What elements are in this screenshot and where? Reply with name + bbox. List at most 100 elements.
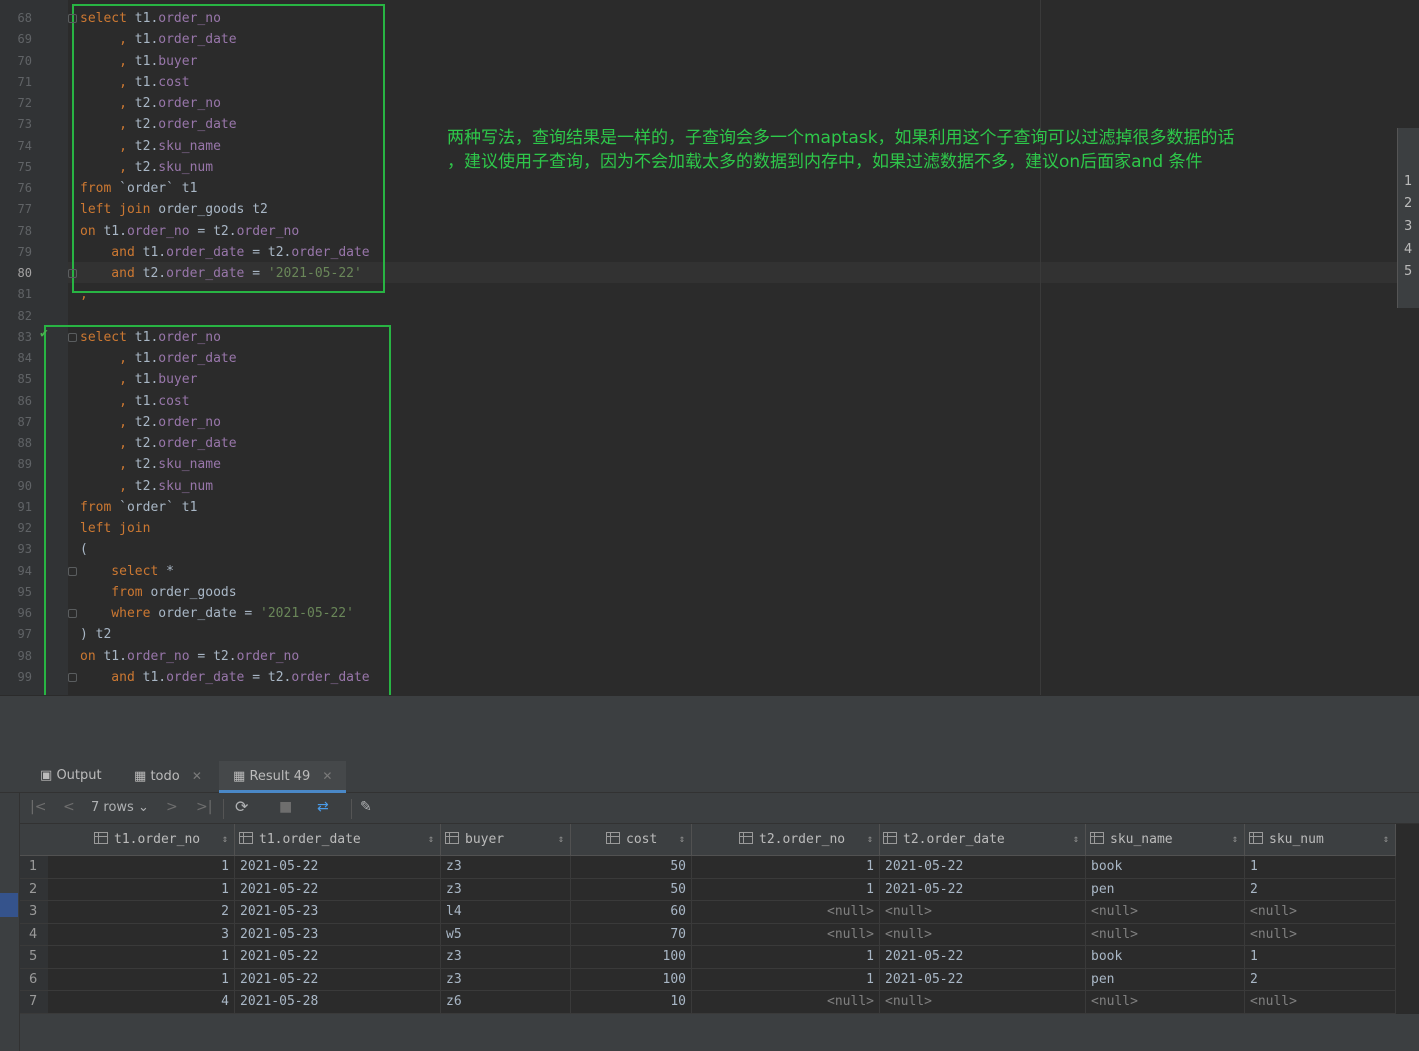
table-cell[interactable]: 2021-05-22 bbox=[235, 946, 441, 968]
table-cell[interactable]: z3 bbox=[441, 878, 571, 900]
sort-icon[interactable]: ⇕ bbox=[428, 824, 434, 856]
table-row[interactable]: 3 2 2021-05-23 l4 60 <null> <null> <null> <null> bbox=[20, 901, 1396, 924]
sort-icon[interactable]: ⇕ bbox=[1383, 824, 1389, 856]
tab-result-49[interactable]: ▦ Result 49 ✕ bbox=[219, 761, 347, 793]
next-page-icon[interactable]: > bbox=[166, 799, 178, 815]
first-page-icon[interactable]: |< bbox=[30, 799, 46, 815]
sort-icon[interactable]: ⇕ bbox=[1232, 824, 1238, 856]
table-cell[interactable]: 2021-05-22 bbox=[880, 878, 1086, 900]
column-header[interactable]: sku_name ⇕ bbox=[1086, 824, 1245, 856]
table-cell[interactable]: 1 bbox=[48, 946, 235, 968]
table-cell[interactable]: 60 bbox=[571, 901, 692, 923]
table-cell[interactable]: z3 bbox=[441, 946, 571, 968]
table-cell[interactable]: 1 bbox=[48, 856, 235, 878]
row-number[interactable]: 6 bbox=[20, 968, 48, 990]
table-cell[interactable]: <null> bbox=[1086, 991, 1245, 1013]
table-cell[interactable]: l4 bbox=[441, 901, 571, 923]
panel-splitter[interactable] bbox=[0, 695, 1419, 761]
table-row[interactable]: 7 4 2021-05-28 z6 10 <null> <null> <null> <null> bbox=[20, 991, 1396, 1014]
table-cell[interactable]: 100 bbox=[571, 968, 692, 990]
table-cell[interactable]: <null> bbox=[880, 991, 1086, 1013]
table-row[interactable]: 5 1 2021-05-22 z3 100 1 2021-05-22 book 1 bbox=[20, 946, 1396, 969]
table-cell[interactable]: <null> bbox=[1245, 991, 1396, 1013]
table-cell[interactable]: 50 bbox=[571, 856, 692, 878]
table-cell[interactable]: <null> bbox=[1245, 923, 1396, 945]
close-icon[interactable]: ✕ bbox=[322, 769, 332, 783]
table-cell[interactable]: <null> bbox=[1086, 901, 1245, 923]
row-number[interactable]: 7 bbox=[20, 991, 48, 1013]
close-icon[interactable]: ✕ bbox=[192, 769, 202, 783]
result-grid[interactable]: t1.order_no ⇕ t1.order_date ⇕ buyer ⇕ cost ⇕ t2.… bbox=[20, 824, 1396, 1014]
table-cell[interactable]: 10 bbox=[571, 991, 692, 1013]
column-header[interactable]: t1.order_no ⇕ bbox=[48, 824, 235, 856]
table-cell[interactable]: 2 bbox=[48, 901, 235, 923]
column-header[interactable]: t2.order_date ⇕ bbox=[880, 824, 1086, 856]
stop-icon[interactable]: ■ bbox=[279, 799, 292, 815]
table-cell[interactable]: 70 bbox=[571, 923, 692, 945]
table-cell[interactable]: <null> bbox=[692, 923, 880, 945]
row-number[interactable]: 5 bbox=[20, 946, 48, 968]
table-cell[interactable]: 1 bbox=[48, 878, 235, 900]
table-cell[interactable]: pen bbox=[1086, 968, 1245, 990]
refresh-icon[interactable]: ⟳ bbox=[235, 797, 248, 816]
table-cell[interactable]: 50 bbox=[571, 878, 692, 900]
prev-page-icon[interactable]: < bbox=[63, 799, 75, 815]
table-cell[interactable]: <null> bbox=[692, 991, 880, 1013]
table-cell[interactable]: z3 bbox=[441, 968, 571, 990]
table-cell[interactable]: 1 bbox=[1245, 856, 1396, 878]
table-cell[interactable]: 1 bbox=[692, 968, 880, 990]
fold-toggle-icon[interactable] bbox=[68, 269, 77, 278]
table-cell[interactable]: z6 bbox=[441, 991, 571, 1013]
column-header[interactable]: buyer ⇕ bbox=[441, 824, 571, 856]
table-cell[interactable]: 2021-05-23 bbox=[235, 901, 441, 923]
table-cell[interactable]: book bbox=[1086, 856, 1245, 878]
last-page-icon[interactable]: >| bbox=[196, 799, 212, 815]
fold-toggle-icon[interactable] bbox=[68, 609, 77, 618]
table-row[interactable]: 4 3 2021-05-23 w5 70 <null> <null> <null> <null> bbox=[20, 923, 1396, 946]
table-cell[interactable]: <null> bbox=[880, 923, 1086, 945]
rows-selector[interactable]: 7 rows ⌄ bbox=[91, 800, 149, 815]
table-row[interactable]: 1 1 2021-05-22 z3 50 1 2021-05-22 book 1 bbox=[20, 856, 1396, 879]
table-row[interactable]: 2 1 2021-05-22 z3 50 1 2021-05-22 pen 2 bbox=[20, 878, 1396, 901]
fold-toggle-icon[interactable] bbox=[68, 566, 77, 576]
floating-number-panel[interactable]: 1 2 3 4 5 bbox=[1397, 128, 1419, 308]
table-cell[interactable]: 1 bbox=[692, 856, 880, 878]
table-cell[interactable]: 100 bbox=[571, 946, 692, 968]
table-cell[interactable]: pen bbox=[1086, 878, 1245, 900]
table-cell[interactable]: 1 bbox=[1245, 946, 1396, 968]
compare-icon[interactable]: ⇄ bbox=[317, 799, 329, 815]
table-cell[interactable]: 2021-05-22 bbox=[235, 968, 441, 990]
row-number[interactable]: 4 bbox=[20, 923, 48, 945]
fold-toggle-icon[interactable] bbox=[68, 332, 77, 342]
sort-icon[interactable]: ⇕ bbox=[1073, 824, 1079, 856]
table-cell[interactable]: book bbox=[1086, 946, 1245, 968]
table-cell[interactable]: <null> bbox=[1245, 901, 1396, 923]
tab-output[interactable]: ▣ Output bbox=[36, 761, 106, 793]
table-cell[interactable]: 2 bbox=[1245, 878, 1396, 900]
table-cell[interactable]: 2021-05-23 bbox=[235, 923, 441, 945]
fold-toggle-icon[interactable] bbox=[68, 14, 77, 23]
table-cell[interactable]: 2021-05-22 bbox=[235, 878, 441, 900]
pin-icon[interactable]: ✎ bbox=[360, 799, 372, 815]
sort-icon[interactable]: ⇕ bbox=[222, 824, 228, 856]
table-cell[interactable]: 1 bbox=[692, 878, 880, 900]
code-editor[interactable]: 68 69 70 71 72 73 74 75 76 77 78 79 80 81 82 83 84 85 86 87… bbox=[0, 0, 1419, 695]
table-cell[interactable]: 1 bbox=[48, 968, 235, 990]
sort-icon[interactable]: ⇕ bbox=[558, 824, 564, 856]
column-header[interactable]: t2.order_no ⇕ bbox=[692, 824, 880, 856]
tab-todo[interactable]: ▦ todo ✕ bbox=[130, 761, 206, 793]
table-cell[interactable]: 2021-05-22 bbox=[880, 856, 1086, 878]
table-cell[interactable]: 4 bbox=[48, 991, 235, 1013]
table-cell[interactable]: z3 bbox=[441, 856, 571, 878]
column-header[interactable]: t1.order_date ⇕ bbox=[235, 824, 441, 856]
table-cell[interactable]: 2021-05-22 bbox=[880, 968, 1086, 990]
row-number[interactable]: 1 bbox=[20, 856, 48, 878]
table-cell[interactable]: <null> bbox=[1086, 923, 1245, 945]
table-cell[interactable]: 2021-05-22 bbox=[235, 856, 441, 878]
table-row[interactable]: 6 1 2021-05-22 z3 100 1 2021-05-22 pen 2 bbox=[20, 968, 1396, 991]
table-cell[interactable]: 3 bbox=[48, 923, 235, 945]
table-cell[interactable]: 1 bbox=[692, 946, 880, 968]
table-cell[interactable]: <null> bbox=[880, 901, 1086, 923]
sort-icon[interactable]: ⇕ bbox=[867, 824, 873, 856]
table-cell[interactable]: 2021-05-22 bbox=[880, 946, 1086, 968]
